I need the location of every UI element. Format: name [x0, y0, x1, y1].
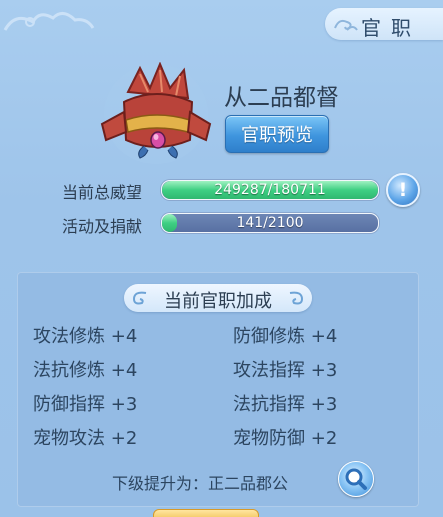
bonus-item: 法抗指挥 +3 — [233, 394, 338, 415]
header-tab: 官职 — [325, 8, 443, 40]
bonus-panel-title-pill: 当前官职加成 — [124, 284, 312, 312]
cloud-swirl-icon — [334, 19, 358, 31]
magnifier-icon — [345, 468, 367, 490]
activity-progress-bar: 141/2100 — [161, 213, 379, 233]
bonus-item: 法抗修炼 +4 — [33, 360, 138, 381]
prestige-label: 当前总威望 — [62, 183, 143, 202]
bonus-item: 宠物防御 +2 — [233, 428, 338, 449]
header-title: 官职 — [361, 16, 421, 40]
activity-progress-text: 141/2100 — [236, 215, 304, 231]
next-rank-search-button[interactable] — [338, 461, 374, 497]
bottom-tab-button[interactable] — [153, 509, 259, 517]
bonus-item: 防御指挥 +3 — [33, 394, 138, 415]
bonus-item: 宠物攻法 +2 — [33, 428, 138, 449]
bonus-panel-title: 当前官职加成 — [164, 291, 272, 312]
rank-name: 从二品都督 — [224, 85, 339, 111]
official-hat-emblem-icon — [100, 62, 212, 164]
bonus-item: 防御修炼 +4 — [233, 326, 338, 347]
swirl-right-icon — [289, 291, 304, 305]
info-icon[interactable]: ! — [386, 173, 420, 207]
prestige-progress-text: 249287/180711 — [214, 182, 326, 198]
prestige-progress-bar: 249287/180711 — [161, 180, 379, 200]
activity-donation-label: 活动及捐献 — [62, 217, 143, 236]
bonus-item: 攻法修炼 +4 — [33, 326, 138, 347]
bonus-item: 攻法指挥 +3 — [233, 360, 338, 381]
rank-preview-button[interactable]: 官职预览 — [225, 115, 329, 153]
cloud-decoration-icon — [3, 12, 95, 31]
next-rank-label: 下级提升为：正二品郡公 — [112, 474, 289, 493]
